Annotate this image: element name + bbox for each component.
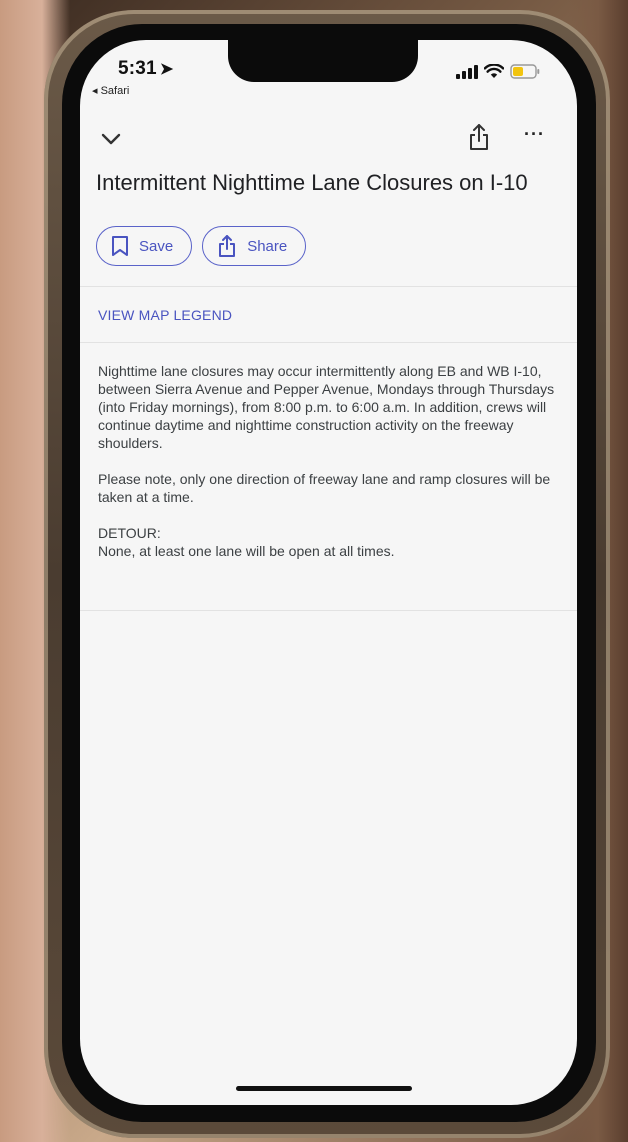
detour-body: None, at least one lane will be open at … [98,543,395,559]
view-map-legend-link[interactable]: VIEW MAP LEGEND [98,307,232,323]
share-button[interactable]: Share [202,226,307,266]
cellular-signal-icon [456,64,478,79]
status-time-text: 5:31 [118,58,157,79]
divider [80,286,577,287]
chevron-down-icon[interactable] [98,126,124,152]
bookmark-icon [111,235,129,257]
location-arrow-icon: ➤ [159,61,174,78]
status-indicators [456,64,540,79]
phone-screen: 5:31 ➤ ◂ Safari ··· Intermittent Nightti… [80,40,577,1105]
divider [80,342,577,343]
home-indicator[interactable] [236,1086,412,1091]
wifi-icon [484,64,504,79]
share-icon [217,234,237,258]
detour-section: DETOUR: None, at least one lane will be o… [98,524,558,560]
action-buttons: Save Share [96,226,307,266]
detour-heading: DETOUR: [98,525,161,541]
status-time: 5:31 ➤ [118,58,173,80]
back-to-safari-link[interactable]: ◂ Safari [92,84,129,97]
place-description: Nighttime lane closures may occur interm… [98,362,558,578]
save-button[interactable]: Save [96,226,193,266]
more-horizontal-icon[interactable]: ··· [524,124,545,145]
battery-icon [510,64,540,79]
share-icon[interactable] [466,122,492,152]
share-button-label: Share [247,237,288,255]
notch [228,40,418,82]
place-sheet-toolbar: ··· [80,120,577,160]
place-title: Intermittent Nighttime Lane Closures on … [96,170,528,195]
description-paragraph: Please note, only one direction of freew… [98,471,551,505]
divider [80,610,577,611]
save-button-label: Save [139,237,174,255]
description-paragraph: Nighttime lane closures may occur interm… [98,363,555,451]
